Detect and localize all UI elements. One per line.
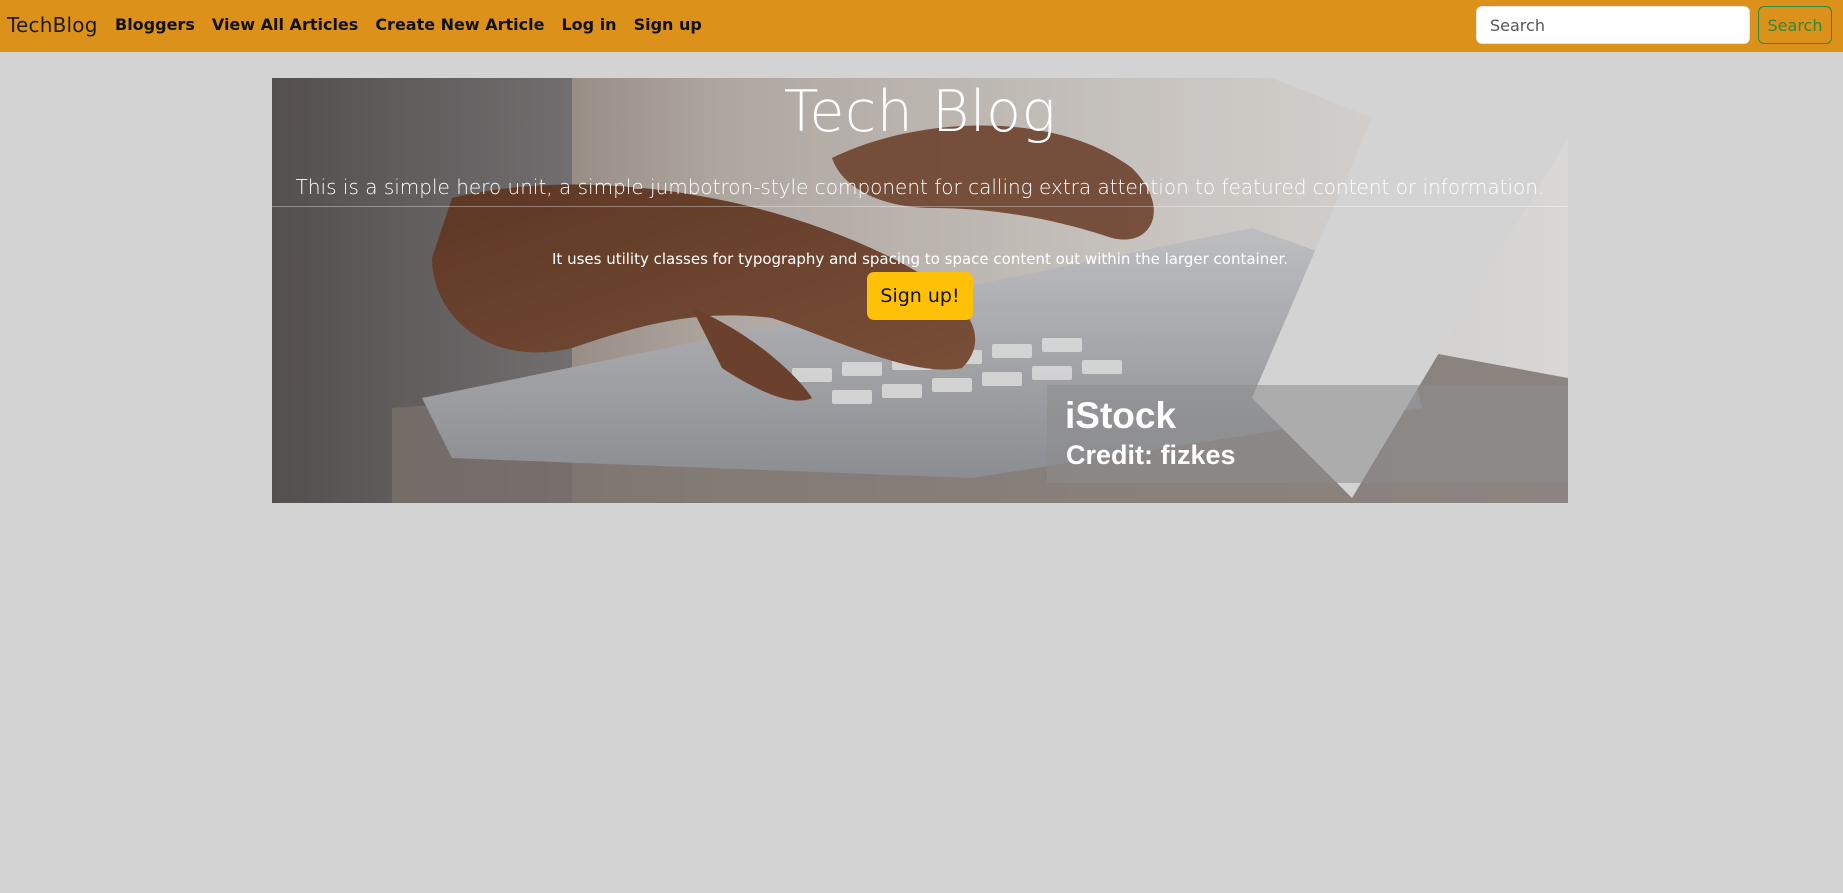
nav-link-log-in[interactable]: Log in xyxy=(561,15,616,34)
istock-watermark: iStock Credit: fizkes xyxy=(1047,385,1568,483)
nav-links: Bloggers View All Articles Create New Ar… xyxy=(115,15,719,34)
nav-link-bloggers[interactable]: Bloggers xyxy=(115,15,195,34)
hero-banner: Tech Blog This is a simple hero unit, a … xyxy=(272,78,1568,503)
nav-link-view-all-articles[interactable]: View All Articles xyxy=(212,15,358,34)
navbar: TechBlog Bloggers View All Articles Crea… xyxy=(0,0,1843,52)
sign-up-button[interactable]: Sign up! xyxy=(867,272,973,320)
search-button[interactable]: Search xyxy=(1758,6,1832,44)
photo-credit: Credit: fizkes xyxy=(1066,440,1236,470)
nav-link-sign-up[interactable]: Sign up xyxy=(634,15,702,34)
hero-body-text: It uses utility classes for typography a… xyxy=(552,250,1288,268)
istock-logo: iStock xyxy=(1065,395,1177,436)
brand-link[interactable]: TechBlog xyxy=(7,13,98,37)
search-input[interactable] xyxy=(1476,6,1750,44)
hero-lead-text: This is a simple hero unit, a simple jum… xyxy=(295,175,1545,199)
hero-title: Tech Blog xyxy=(783,79,1057,145)
nav-link-create-new-article[interactable]: Create New Article xyxy=(375,15,544,34)
hero-divider xyxy=(272,206,1568,207)
